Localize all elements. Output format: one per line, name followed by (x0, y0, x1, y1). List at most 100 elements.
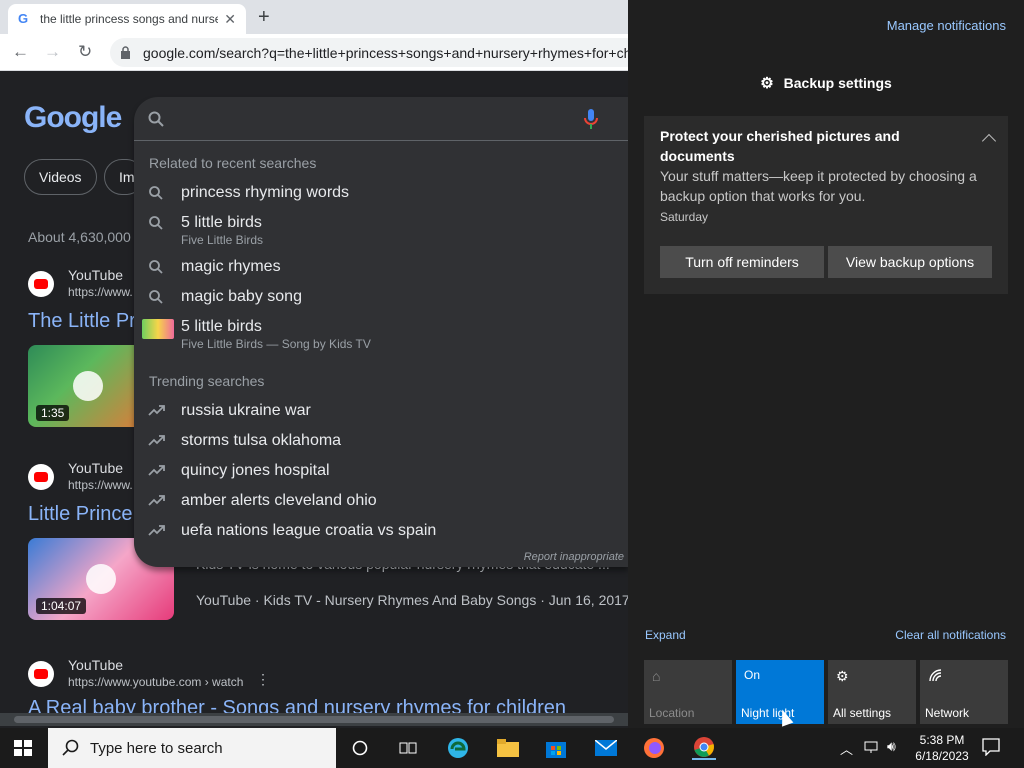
trending-icon (148, 403, 168, 423)
youtube-icon (28, 661, 54, 687)
forward-icon[interactable]: → (44, 42, 61, 62)
quick-action-label: All settings (833, 706, 892, 720)
trending-text: amber alerts cleveland ohio (181, 492, 377, 509)
search-box[interactable] (134, 97, 628, 141)
clock[interactable]: 5:38 PM 6/18/2023 (912, 732, 972, 764)
edge-icon[interactable] (446, 736, 470, 760)
result-url[interactable]: https://www.youtube.com › watch (68, 675, 243, 689)
video-thumbnail[interactable]: 1:35 (28, 345, 148, 427)
search-placeholder: Type here to search (90, 739, 223, 757)
chevron-up-icon[interactable] (981, 133, 997, 149)
scrollbar-thumb[interactable] (14, 716, 614, 723)
mail-icon[interactable] (594, 736, 618, 760)
expand-link[interactable]: Expand (645, 628, 686, 642)
back-icon[interactable]: ← (12, 42, 29, 62)
volume-icon[interactable]: 🔊︎ (887, 738, 896, 755)
new-tab-icon[interactable]: + (258, 6, 270, 29)
close-tab-icon[interactable]: ✕ (224, 11, 236, 28)
quick-action-all-settings[interactable]: ⚙ All settings (828, 660, 916, 724)
gear-icon: ⚙ (760, 75, 774, 92)
network-tray-icon[interactable] (864, 740, 880, 757)
youtube-icon (28, 464, 54, 490)
trending-text: quincy jones hospital (181, 462, 330, 479)
google-logo[interactable]: Google (24, 101, 122, 135)
trending-text: storms tulsa oklahoma (181, 432, 342, 449)
action-center-icon[interactable] (982, 738, 1000, 759)
result-source: YouTube (68, 657, 124, 673)
manage-notifications-link[interactable]: Manage notifications (887, 18, 1006, 33)
report-inappropriate-link[interactable]: Report inappropriate (524, 551, 624, 563)
result-url[interactable]: https://www. (68, 478, 133, 492)
song-thumbnail (142, 319, 174, 339)
trending-item[interactable]: russia ukraine war (148, 401, 311, 423)
suggestion-item[interactable]: 5 little birds Five Little Birds (148, 213, 263, 247)
video-duration: 1:35 (36, 405, 70, 421)
result-url[interactable]: https://www. (68, 285, 133, 299)
clock-date: 6/18/2023 (915, 749, 969, 763)
suggestion-item[interactable]: 5 little birds Five Little Birds — Song b… (142, 317, 371, 351)
search-icon (148, 215, 168, 235)
clear-all-notifications-link[interactable]: Clear all notifications (895, 628, 1006, 642)
file-explorer-icon[interactable] (496, 736, 520, 760)
suggestion-text: 5 little birds (181, 214, 262, 231)
url-text: google.com/search?q=the+little+princess+… (143, 44, 640, 61)
more-options-icon[interactable]: ⋮ (256, 671, 270, 688)
result-title[interactable]: The Little Pr (28, 310, 136, 333)
lock-icon (120, 46, 131, 59)
location-icon: ⌂ (652, 668, 661, 684)
cortana-icon[interactable] (348, 736, 372, 760)
trending-icon (148, 493, 168, 513)
chrome-icon[interactable] (692, 736, 716, 760)
address-bar[interactable]: google.com/search?q=the+little+princess+… (110, 38, 640, 67)
play-icon (73, 371, 103, 401)
trending-item[interactable]: amber alerts cleveland ohio (148, 491, 377, 513)
trending-item[interactable]: quincy jones hospital (148, 461, 330, 483)
browser-tab[interactable]: G the little princess songs and nursery … (8, 4, 246, 34)
trending-icon (148, 523, 168, 543)
chip-videos[interactable]: Videos (24, 159, 97, 195)
taskbar-search-box[interactable]: Type here to search (48, 728, 336, 768)
notification-date: Saturday (660, 210, 709, 224)
suggestion-subtext: Five Little Birds (181, 233, 264, 247)
search-icon (148, 259, 168, 279)
microphone-icon[interactable] (584, 109, 598, 129)
quick-action-network[interactable]: Network (920, 660, 1008, 724)
tab-title: the little princess songs and nursery rh… (40, 12, 219, 26)
suggestion-item[interactable]: princess rhyming words (148, 183, 349, 205)
video-duration: 1:04:07 (36, 598, 87, 614)
suggestion-item[interactable]: magic baby song (148, 287, 302, 309)
result-title[interactable]: A Real baby brother - Songs and nursery … (28, 697, 566, 713)
search-icon (148, 289, 168, 309)
turn-off-reminders-button[interactable]: Turn off reminders (660, 246, 824, 278)
quick-action-label: Network (925, 706, 970, 720)
result-meta: YouTube · Kids TV - Nursery Rhymes And B… (196, 592, 628, 608)
firefox-icon[interactable] (642, 736, 666, 760)
quick-action-state: On (744, 668, 761, 682)
notification-body: Your stuff matters—keep it protected by … (660, 168, 977, 204)
notification-card[interactable]: Protect your cherished pictures and docu… (644, 116, 1008, 294)
quick-action-location[interactable]: ⌂ Location (644, 660, 732, 724)
trending-text: uefa nations league croatia vs spain (181, 522, 437, 539)
recent-header: Related to recent searches (149, 155, 317, 171)
horizontal-scrollbar[interactable] (0, 713, 628, 726)
search-icon (62, 739, 79, 756)
taskbar: Type here to search ︿ 🔊︎ 5:38 PM 6/18/20… (0, 728, 1024, 768)
browser-toolbar: ← → ↻ google.com/search?q=the+little+pri… (0, 34, 640, 71)
windows-start-icon[interactable] (14, 740, 32, 756)
chevron-up-icon[interactable]: ︿ (840, 739, 853, 758)
trending-item[interactable]: storms tulsa oklahoma (148, 431, 341, 453)
task-view-icon[interactable] (396, 736, 420, 760)
action-center: Manage notifications ⚙ Backup settings P… (628, 0, 1024, 728)
trending-header: Trending searches (149, 373, 265, 389)
result-title[interactable]: Little Prince (28, 503, 133, 526)
suggestion-text: princess rhyming words (181, 184, 350, 201)
result-source: YouTube (68, 267, 124, 283)
microsoft-store-icon[interactable] (544, 736, 568, 760)
trending-icon (148, 463, 168, 483)
suggestion-item[interactable]: magic rhymes (148, 257, 281, 279)
gear-icon: ⚙ (836, 668, 849, 684)
result-source: YouTube (68, 460, 124, 476)
trending-item[interactable]: uefa nations league croatia vs spain (148, 521, 436, 543)
reload-icon[interactable]: ↻ (78, 42, 92, 62)
view-backup-options-button[interactable]: View backup options (828, 246, 992, 278)
